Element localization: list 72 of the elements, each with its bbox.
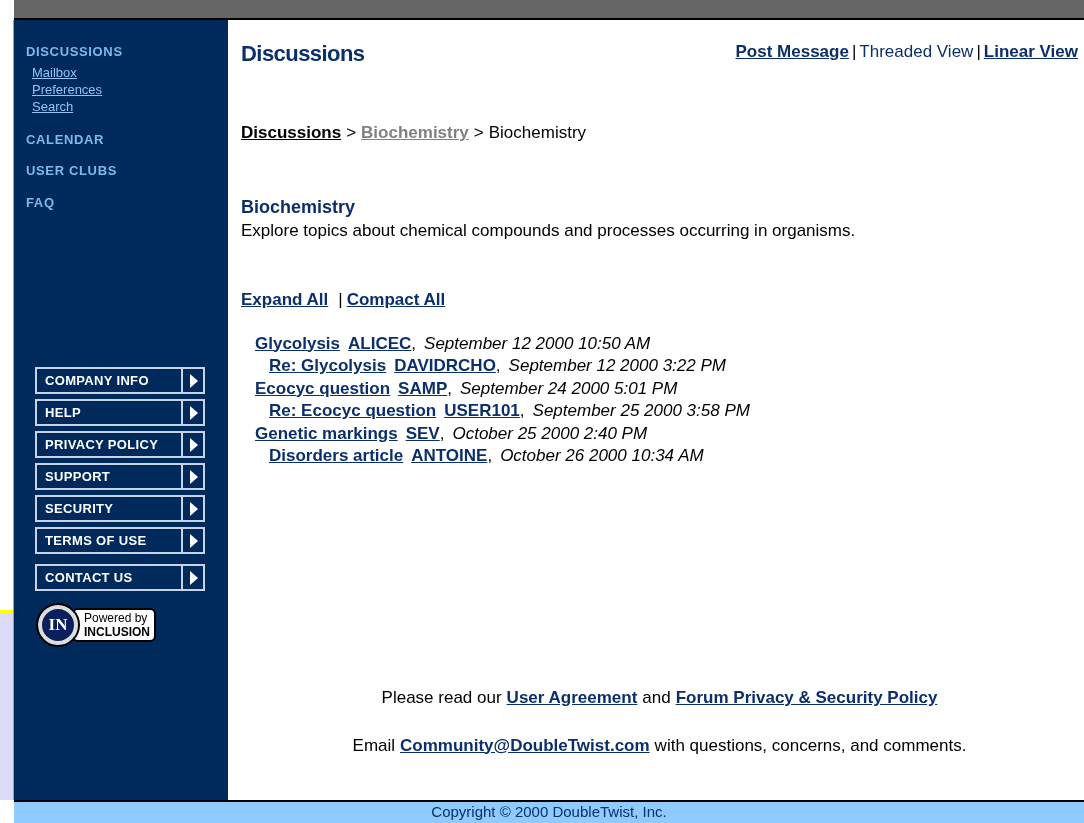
comma: , [495,355,501,377]
arrow-right-icon [188,501,198,516]
author-link[interactable]: ALICEC [348,332,412,355]
breadcrumb-link[interactable]: Discussions [241,120,342,146]
nav-button[interactable]: SUPPORT [35,463,205,490]
sidebar-link[interactable]: Preferences [32,80,103,98]
nav-button[interactable]: HELP [35,399,205,426]
nav-button[interactable]: COMPANY INFO [35,367,205,394]
footer-text: Email [352,734,396,757]
footer-text: Please read our [381,687,502,709]
separator: | [338,289,343,311]
view-link[interactable]: Threaded View [859,39,974,65]
expand-link[interactable]: Compact All [346,287,446,313]
badge-logo: IN [38,605,78,645]
arrow-right-icon [188,405,198,420]
author-link[interactable]: SAMP [398,377,448,400]
sidebar-section-title[interactable]: USER CLUBS [26,161,216,181]
view-link[interactable]: Linear View [983,39,1078,65]
copyright-text: Copyright © 2000 DoubleTwist, Inc. [431,802,667,823]
forum-description: Explore topics about chemical compounds and processes occurring in organisms. [241,219,857,242]
breadcrumb-separator: > [473,122,484,144]
arrow-right-icon [188,570,198,585]
thread-subject-link[interactable]: Glycolysis [255,332,341,355]
post-date: October 25 2000 2:40 PM [452,422,648,445]
comma: , [487,445,493,467]
footer-link[interactable]: Forum Privacy & Security Policy [675,685,938,711]
thread-subject-link[interactable]: Re: Glycolysis [269,355,387,378]
arrow-right-icon [188,373,198,388]
badge-text: INCLUSION [84,625,150,639]
comma: , [519,400,525,422]
sidebar-link[interactable]: Mailbox [32,63,77,81]
author-link[interactable]: USER101 [444,400,520,423]
comma: , [447,377,452,400]
separator: | [976,41,981,63]
sidebar-section-title[interactable]: CALENDAR [26,129,216,149]
arrow-right-icon [188,533,198,548]
nav-button[interactable]: SECURITY [35,495,205,522]
post-date: September 12 2000 3:22 PM [508,355,726,377]
forum-title: Biochemistry [241,195,357,218]
post-date: October 26 2000 10:34 AM [500,445,704,467]
view-link[interactable]: Post Message [735,39,849,65]
post-date: September 25 2000 3:58 PM [532,400,750,422]
sidebar-section-title[interactable]: DISCUSSIONS [26,42,216,62]
author-link[interactable]: SEV [405,422,440,445]
comma: , [411,332,417,355]
author-link[interactable]: DAVIDRCHO [394,355,496,378]
comma: , [439,422,445,445]
thread-subject-link[interactable]: Ecocyc question [255,377,391,400]
thread-subject-link[interactable]: Genetic markings [255,422,398,445]
arrow-right-icon [188,469,198,484]
separator: | [851,41,857,63]
footer-text: with questions, concerns, and comments. [654,734,967,757]
sidebar-link[interactable]: Search [32,97,74,115]
badge-text: Powered by [84,611,149,625]
thread-subject-link[interactable]: Disorders article [269,445,404,468]
expand-link[interactable]: Expand All [241,287,329,313]
breadcrumb-current: Biochemistry [488,122,587,144]
post-date: September 12 2000 10:50 AM [424,332,651,355]
nav-button[interactable]: CONTACT US [35,564,205,591]
post-date: September 24 2000 5:01 PM [459,377,678,400]
nav-button[interactable]: PRIVACY POLICY [35,431,205,458]
nav-button[interactable]: TERMS OF USE [35,527,205,554]
breadcrumb-link[interactable]: Biochemistry [361,120,469,146]
breadcrumb-separator: > [346,122,357,144]
sidebar-section-title[interactable]: FAQ [26,192,216,212]
footer-link[interactable]: User Agreement [506,685,638,711]
arrow-right-icon [188,437,198,452]
thread-subject-link[interactable]: Re: Ecocyc question [269,400,437,423]
footer-link[interactable]: Community@DoubleTwist.com [400,732,650,758]
author-link[interactable]: ANTOINE [411,445,488,468]
footer-text: and [642,687,671,709]
page-title: Discussions [241,40,365,68]
